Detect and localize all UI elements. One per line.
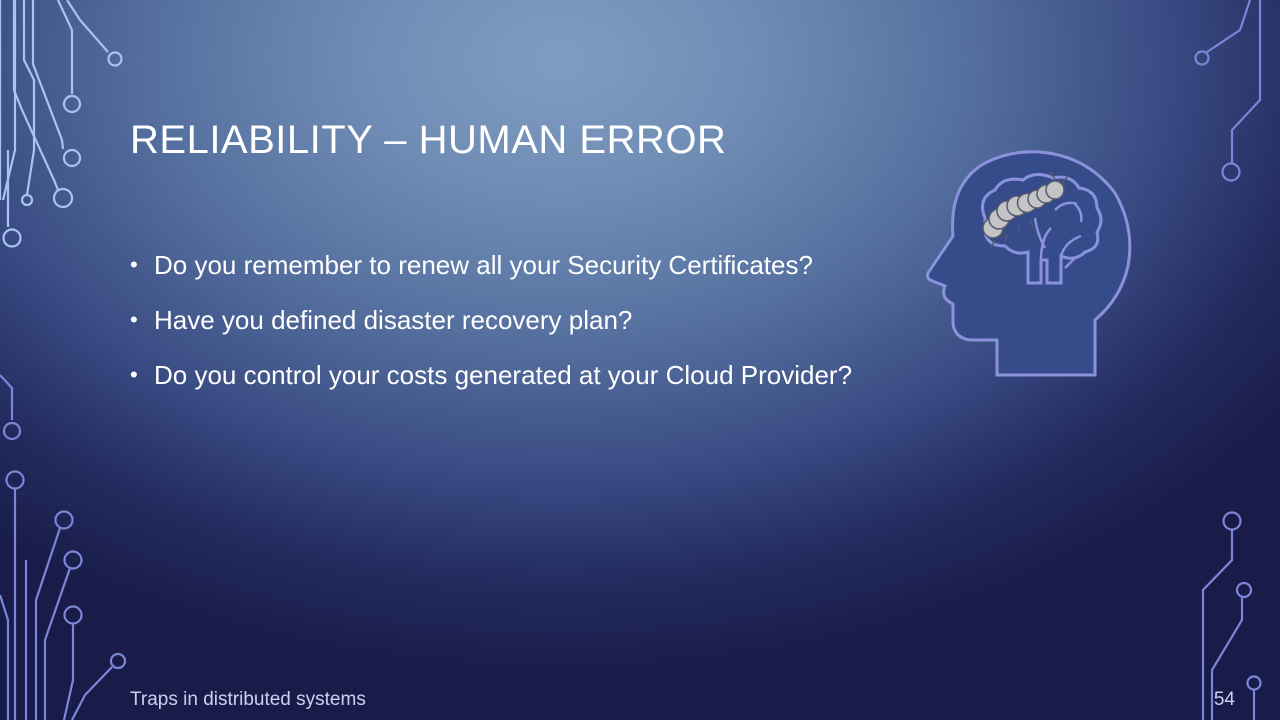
bullet-text: Have you defined disaster recovery plan? xyxy=(154,305,633,335)
bullet-marker: • xyxy=(130,307,138,332)
footer-text: Traps in distributed systems xyxy=(130,689,366,710)
bullet-list: • Do you remember to renew all your Secu… xyxy=(130,244,910,409)
bullet-marker: • xyxy=(130,362,138,387)
slide-title: RELIABILITY – HUMAN ERROR xyxy=(130,118,727,162)
bullet-text: Do you control your costs generated at y… xyxy=(154,360,853,390)
page-number: 54 xyxy=(1213,689,1235,710)
slide: RELIABILITY – HUMAN ERROR • Do you remem… xyxy=(0,0,1280,720)
bullet-item: • Do you remember to renew all your Secu… xyxy=(130,244,910,286)
bullet-item: • Do you control your costs generated at… xyxy=(130,354,910,396)
bullet-text: Do you remember to renew all your Securi… xyxy=(154,250,813,280)
bullet-marker: • xyxy=(130,252,138,277)
head-brain-bug-icon xyxy=(926,150,1132,377)
bullet-item: • Have you defined disaster recovery pla… xyxy=(130,299,910,341)
